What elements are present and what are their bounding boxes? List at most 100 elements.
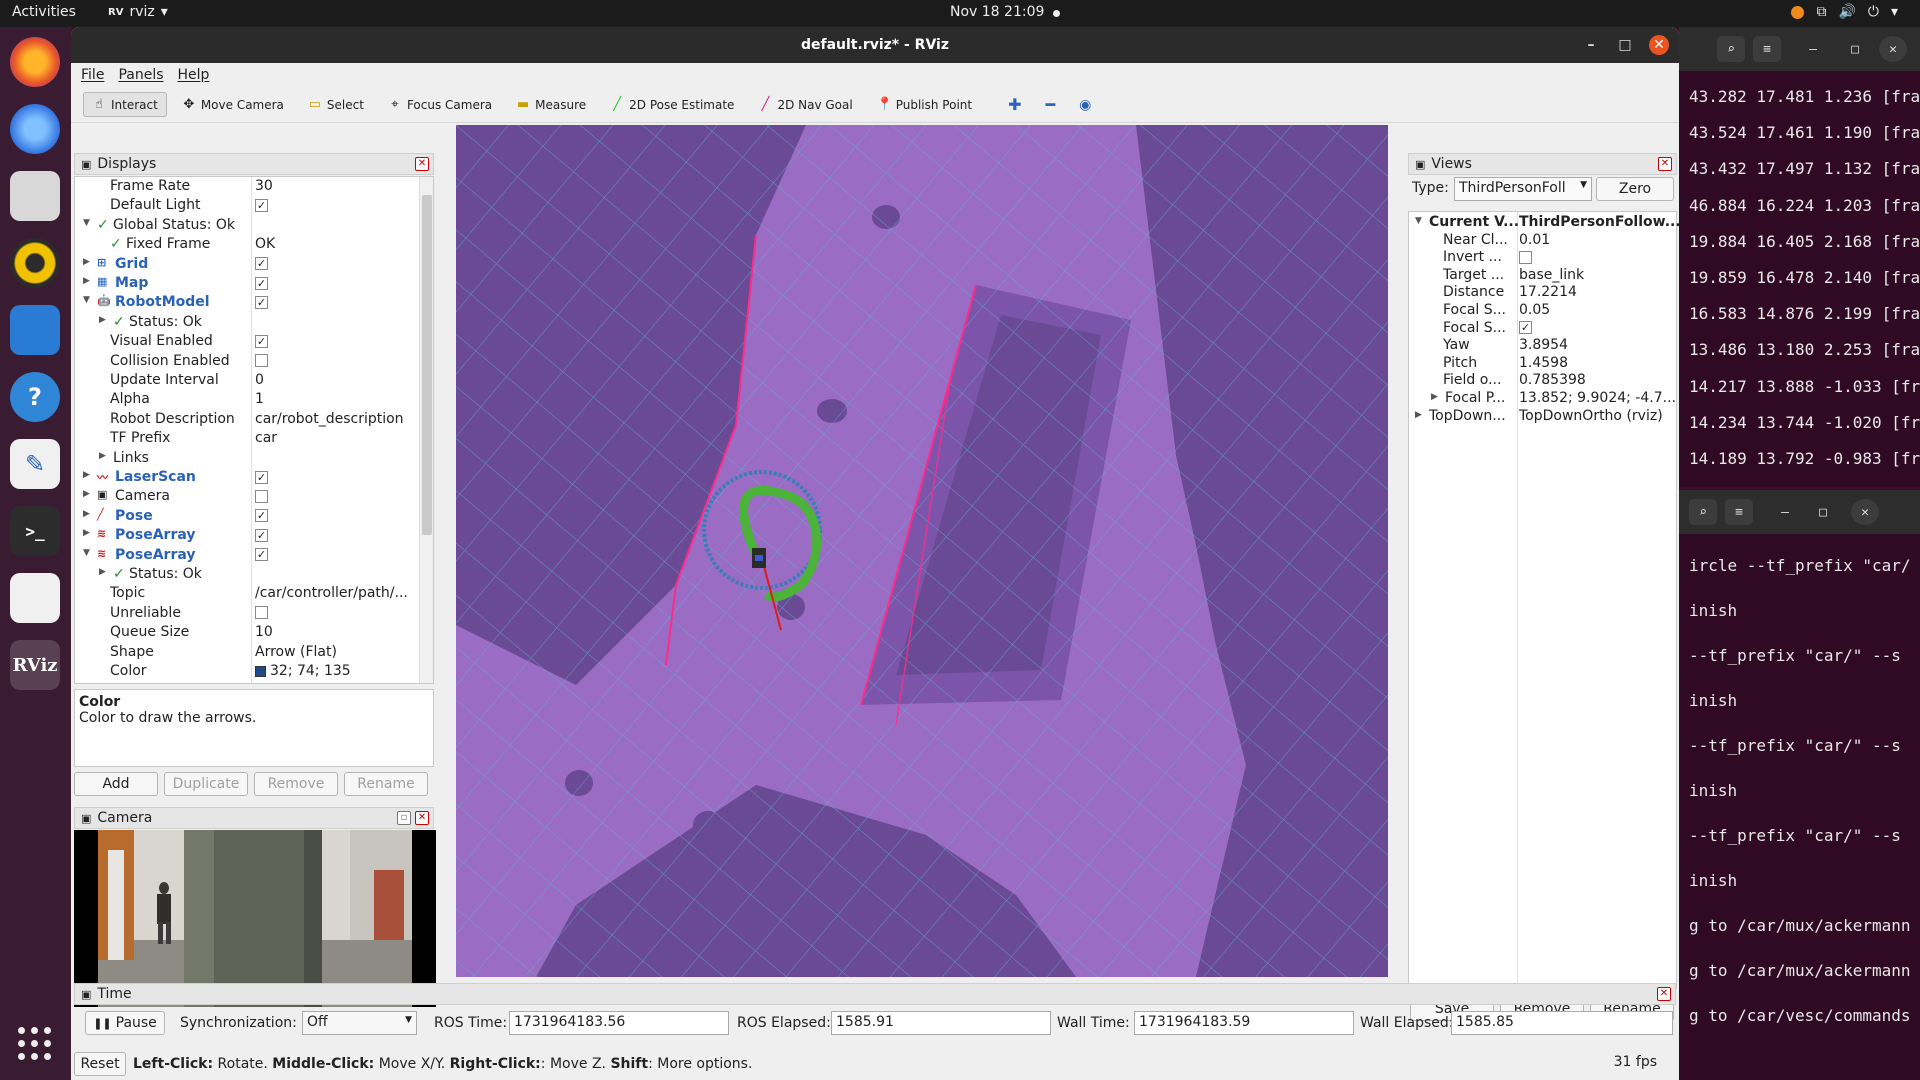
view-property-value-cell[interactable] <box>1519 249 1532 265</box>
display-row[interactable]: ▼ ✓ Global Status: Ok <box>75 216 419 235</box>
display-row[interactable]: Unreliable <box>75 604 419 623</box>
collapsed-arrow-icon[interactable]: ▶ <box>83 257 90 267</box>
terminal-titlebar[interactable]: ⌕ ≡ – □ ✕ <box>1679 490 1920 534</box>
tool-2d-pose-estimate[interactable]: ╱ 2D Pose Estimate <box>601 92 743 117</box>
rviz-icon[interactable]: RViz <box>10 640 60 690</box>
display-row-value[interactable]: 10 <box>255 624 273 640</box>
pause-button[interactable]: ❚❚ Pause <box>85 1011 165 1035</box>
view-property-row[interactable]: ▶ TopDown... TopDownOrtho (rviz) <box>1409 408 1678 425</box>
undock-icon[interactable]: ▫ <box>397 811 411 825</box>
display-row[interactable]: Default Light ✓ <box>75 196 419 215</box>
sync-select[interactable]: Off ▼ <box>302 1011 417 1035</box>
scrollbar-thumb[interactable] <box>422 195 432 535</box>
view-type-select[interactable]: ThirdPersonFoll­ ▼ <box>1454 177 1592 201</box>
display-row[interactable]: ▶ ▣ Camera <box>75 487 419 506</box>
tool-publish-point[interactable]: 📍 Publish Point <box>868 92 981 117</box>
display-row[interactable]: ▶ ✓ Status: Ok <box>75 565 419 584</box>
collapsed-arrow-icon[interactable]: ▶ <box>83 276 90 286</box>
files-icon[interactable] <box>10 171 60 221</box>
remove-tool-button[interactable]: ━ <box>1037 90 1065 119</box>
color-swatch[interactable] <box>255 665 266 677</box>
display-row-value-cell[interactable]: ✓ <box>255 275 268 291</box>
maximize-icon[interactable]: □ <box>1841 36 1869 62</box>
close-icon[interactable]: ✕ <box>1851 499 1879 525</box>
display-checkbox[interactable]: ✓ <box>255 509 268 523</box>
tool-properties-button[interactable]: ◉ <box>1070 92 1100 118</box>
displays-tree[interactable]: Frame Rate 30 Default Light ✓ ▼ ✓ Global Statu… <box>74 176 434 684</box>
display-checkbox[interactable]: ✓ <box>255 257 268 271</box>
display-row[interactable]: Frame Rate 30 <box>75 177 419 196</box>
ros-elapsed-field[interactable]: 1585.91 <box>831 1011 1051 1035</box>
display-row-value[interactable]: /car/controller/path/... <box>255 585 408 601</box>
display-checkbox[interactable]: ✓ <box>255 548 268 562</box>
app-menu[interactable]: RV rviz ▾ <box>108 4 168 20</box>
hamburger-menu-icon[interactable]: ≡ <box>1753 36 1781 62</box>
collapsed-arrow-icon[interactable]: ▶ <box>1431 392 1438 402</box>
display-row-value-cell[interactable]: /car/controller/path/... <box>255 585 408 601</box>
view-property-row[interactable]: ▶ Focal P... 13.852; 9.9024; -4.7... <box>1409 390 1678 407</box>
terminal-window-1[interactable]: ⌕ ≡ – □ ✕ 43.282 17.481 1.236 [fra 43.524… <box>1679 27 1920 487</box>
text-editor-icon[interactable]: ✎ <box>10 439 60 489</box>
display-row[interactable]: Visual Enabled ✓ <box>75 332 419 351</box>
wall-elapsed-field[interactable]: 1585.85 <box>1451 1011 1673 1035</box>
minimize-icon[interactable]: – <box>1799 36 1827 62</box>
display-checkbox[interactable] <box>255 489 268 503</box>
expanded-arrow-icon[interactable]: ▼ <box>83 295 90 305</box>
display-row-value[interactable]: OK <box>255 236 275 252</box>
expanded-arrow-icon[interactable]: ▼ <box>83 548 90 558</box>
terminal-window-2[interactable]: ⌕ ≡ – □ ✕ ircle --tf_prefix "car/inish -… <box>1679 490 1920 1080</box>
add-tool-button[interactable]: ✚ <box>999 90 1030 119</box>
terminal-icon[interactable]: >_ <box>10 506 60 556</box>
view-property-value[interactable]: TopDownOrtho (rviz) <box>1519 408 1663 424</box>
display-checkbox[interactable] <box>255 606 268 620</box>
close-icon[interactable]: ✕ <box>1658 157 1672 171</box>
display-row[interactable]: Update Interval 0 <box>75 371 419 390</box>
view-property-value[interactable]: 3.8954 <box>1519 337 1568 353</box>
displays-panel-header[interactable]: ▣ Displays ✕ <box>74 153 434 175</box>
display-row-value[interactable]: 30 <box>255 178 273 194</box>
minimize-icon[interactable]: – <box>1581 35 1601 55</box>
display-row[interactable]: ▶ ≋ PoseArray ✓ <box>75 526 419 545</box>
zero-button[interactable]: Zero <box>1596 177 1674 201</box>
menu-file[interactable]: File <box>81 67 104 83</box>
collapsed-arrow-icon[interactable]: ▶ <box>83 509 90 519</box>
display-row-value-cell[interactable] <box>255 488 268 504</box>
show-applications-icon[interactable] <box>18 1027 52 1061</box>
display-row-value-cell[interactable]: Arrow (Flat) <box>255 644 337 660</box>
display-row-value-cell[interactable]: ✓ <box>255 256 268 272</box>
display-row-value[interactable]: 0 <box>255 372 264 388</box>
view-property-row[interactable]: Field o... 0.785398 <box>1409 372 1678 389</box>
display-row-value-cell[interactable]: ✓ <box>255 508 268 524</box>
view-property-value[interactable]: ThirdPersonFollow... <box>1519 214 1679 230</box>
view-property-value[interactable]: 0.01 <box>1519 232 1550 248</box>
display-row-value-cell[interactable]: ✓ <box>255 333 268 349</box>
duplicate-display-button[interactable]: Duplicate <box>164 772 248 796</box>
display-row-value[interactable]: Arrow (Flat) <box>255 644 337 660</box>
display-row-value[interactable]: car <box>255 430 277 446</box>
display-row[interactable]: ▶ ╱ Pose ✓ <box>75 507 419 526</box>
collapsed-arrow-icon[interactable]: ▶ <box>83 470 90 480</box>
display-row[interactable]: TF Prefix car <box>75 429 419 448</box>
display-row[interactable]: Alpha 1 <box>75 390 419 409</box>
display-row[interactable]: Alpha 1 <box>75 681 419 683</box>
3d-render-view[interactable]: ◂ ▸ <box>456 125 1388 977</box>
add-display-button[interactable]: Add <box>74 772 158 796</box>
display-row-value[interactable]: car/robot_description <box>255 411 404 427</box>
maximize-icon[interactable]: □ <box>1615 35 1635 55</box>
remove-display-button[interactable]: Remove <box>254 772 338 796</box>
display-row-value-cell[interactable]: 32; 74; 135 <box>255 663 351 679</box>
display-row-value-cell[interactable]: ✓ <box>255 469 268 485</box>
view-property-checkbox[interactable] <box>1519 250 1532 264</box>
system-tray[interactable]: ⧉ 🔊 ⏻ ▾ <box>1791 4 1898 20</box>
display-row-value-cell[interactable]: ✓ <box>255 547 268 563</box>
display-row[interactable]: Collision Enabled <box>75 352 419 371</box>
display-row-value[interactable]: 1 <box>255 682 264 683</box>
view-property-value[interactable]: base_link <box>1519 267 1584 283</box>
update-indicator-icon[interactable] <box>1791 5 1805 19</box>
view-property-checkbox[interactable]: ✓ <box>1519 321 1532 335</box>
display-checkbox[interactable]: ✓ <box>255 276 268 290</box>
search-icon[interactable]: ⌕ <box>1717 36 1745 62</box>
collapsed-arrow-icon[interactable]: ▶ <box>99 451 106 461</box>
tool-select[interactable]: ▭ Select <box>299 92 373 117</box>
thunderbird-icon[interactable] <box>10 104 60 154</box>
